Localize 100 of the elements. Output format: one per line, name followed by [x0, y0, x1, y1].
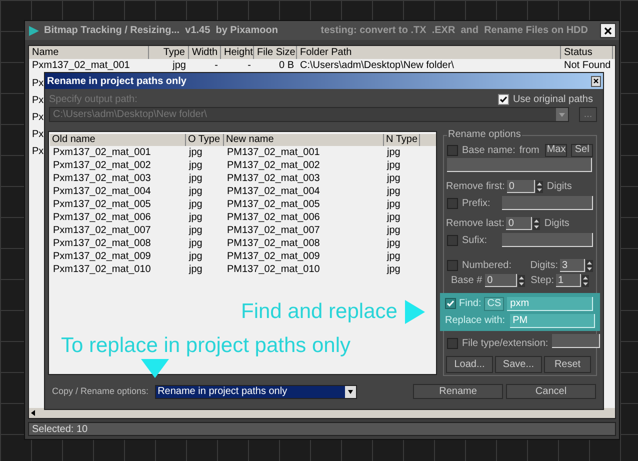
checkbox[interactable] [447, 260, 458, 271]
list-cell-text: PM137_02_mat_008 [226, 237, 321, 250]
table-cell-text: 0 B [278, 60, 295, 72]
column-header[interactable]: Height [221, 46, 254, 59]
table-cell-text: Not Found [563, 60, 612, 72]
list-cell-text: Pxm137_02_mat_004 [52, 185, 152, 198]
column-header[interactable]: Width [189, 46, 221, 59]
button[interactable]: Load... [446, 356, 493, 373]
list-cell-text: Pxm137_02_mat_002 [52, 159, 152, 172]
button[interactable]: Max [545, 144, 568, 156]
column-header[interactable]: Folder Path [297, 46, 561, 59]
scroll-left-icon[interactable] [29, 408, 37, 418]
prefix-field[interactable] [502, 196, 593, 210]
list-cell-text: jpg [386, 185, 402, 198]
column-header[interactable]: Old name [50, 134, 186, 146]
app-icon [28, 24, 40, 36]
list-cell-text: jpg [386, 198, 402, 211]
list-cell-text: jpg [386, 263, 402, 276]
number-field[interactable]: 0 [485, 274, 518, 287]
checkbox-label: Find: [459, 297, 482, 311]
checkbox-label: Use original paths [512, 92, 593, 106]
button[interactable]: Sel [571, 144, 593, 156]
field-label: Step: [530, 274, 554, 288]
check-icon [446, 299, 455, 308]
checkbox[interactable] [447, 234, 458, 246]
column-header[interactable]: File Size [254, 46, 297, 59]
table-cell-text: jpg [171, 60, 187, 72]
checkbox[interactable] [498, 94, 509, 104]
spinner-icon[interactable] [518, 274, 526, 286]
list-cell-text: jpg [188, 146, 204, 159]
table-cell-text: Px [32, 78, 45, 90]
button[interactable]: Save... [495, 356, 542, 373]
unit-label: Digits [544, 217, 570, 231]
close-button[interactable] [600, 23, 616, 38]
unit-label: Digits [546, 180, 572, 194]
list-cell-text: jpg [386, 172, 402, 185]
arrow-right-icon [405, 300, 426, 324]
spinner-icon[interactable] [586, 260, 593, 272]
group-title: Rename options [447, 129, 522, 141]
output-path-value: C:\Users\adm\Desktop\New folder\ [53, 108, 207, 122]
list-cell-text: jpg [188, 237, 204, 250]
column-header[interactable]: Name [29, 46, 149, 59]
list-cell-text: Pxm137_02_mat_005 [52, 198, 152, 211]
list-cell-text: jpg [386, 211, 402, 224]
number-field[interactable]: 0 [506, 217, 532, 230]
annotation-text: To replace in project paths only [61, 333, 350, 359]
list-cell-text: jpg [188, 172, 204, 185]
column-header[interactable]: O Type [186, 134, 224, 146]
list-cell-text: Pxm137_02_mat_008 [52, 237, 152, 250]
column-header[interactable]: Type [149, 46, 189, 59]
checkbox-label: Sufix: [462, 234, 488, 248]
dropdown-value: Rename in project paths only [158, 385, 288, 399]
checkbox[interactable] [447, 338, 458, 349]
sufix-field[interactable] [502, 233, 593, 247]
number-field[interactable]: 3 [560, 259, 585, 272]
column-header[interactable]: New name [224, 134, 384, 146]
column-header[interactable]: N Type [384, 134, 420, 146]
spinner-icon[interactable] [582, 274, 589, 286]
button[interactable]: Rename [413, 384, 503, 399]
list-cell-text: Pxm137_02_mat_010 [52, 263, 152, 276]
close-icon [593, 78, 599, 84]
from-label: from [519, 144, 540, 158]
checkbox[interactable] [445, 298, 456, 309]
table-cell-text: Px [32, 146, 45, 158]
copy-rename-dropdown[interactable]: Rename in project paths only [154, 384, 357, 398]
list-cell-text: Pxm137_02_mat_003 [52, 172, 152, 185]
checkbox[interactable] [447, 198, 458, 208]
list-cell-text: PM137_02_mat_004 [226, 185, 321, 198]
button[interactable]: Reset [544, 356, 591, 373]
list-cell-text: PM137_02_mat_009 [226, 250, 321, 263]
column-header[interactable]: Status [561, 46, 613, 59]
table-cell-text: Px [32, 129, 45, 141]
spinner-icon[interactable] [536, 180, 543, 192]
copy-rename-label: Copy / Rename options: [52, 384, 149, 398]
number-field[interactable]: 0 [506, 180, 535, 193]
list-cell-text: PM137_02_mat_003 [226, 172, 321, 185]
window-title: Bitmap Tracking / Resizing... v1.45 by Pixamoon [44, 24, 278, 38]
table-cell-text: C:\Users\adm\Desktop\New folder\ [299, 60, 455, 72]
arrow-down-icon [141, 359, 169, 378]
field-label: Remove first: [446, 180, 505, 194]
list-cell-text: PM137_02_mat_005 [226, 198, 321, 211]
extension-field[interactable] [552, 334, 600, 348]
list-cell-text: jpg [188, 263, 204, 276]
table-cell-text: Pxm137_02_mat_001 [31, 60, 131, 72]
list-cell-text: jpg [188, 185, 204, 198]
table-cell-text: Px [32, 112, 45, 124]
list-cell-text: Pxm137_02_mat_006 [52, 211, 152, 224]
list-cell-text: Pxm137_02_mat_007 [52, 224, 152, 237]
table-cell-text: - [246, 60, 252, 72]
checkbox-label: File type/extension: [462, 337, 548, 351]
list-cell-text: jpg [386, 250, 402, 263]
list-cell-text: PM137_02_mat_007 [226, 224, 321, 237]
checkbox[interactable] [447, 144, 458, 156]
spinner-icon[interactable] [533, 218, 540, 230]
close-button[interactable] [591, 76, 601, 86]
button[interactable]: Cancel [506, 384, 596, 399]
number-field[interactable]: 1 [556, 274, 581, 287]
list-cell-text: jpg [188, 224, 204, 237]
list-cell-text: jpg [188, 159, 204, 172]
base-name-field[interactable] [447, 158, 592, 172]
